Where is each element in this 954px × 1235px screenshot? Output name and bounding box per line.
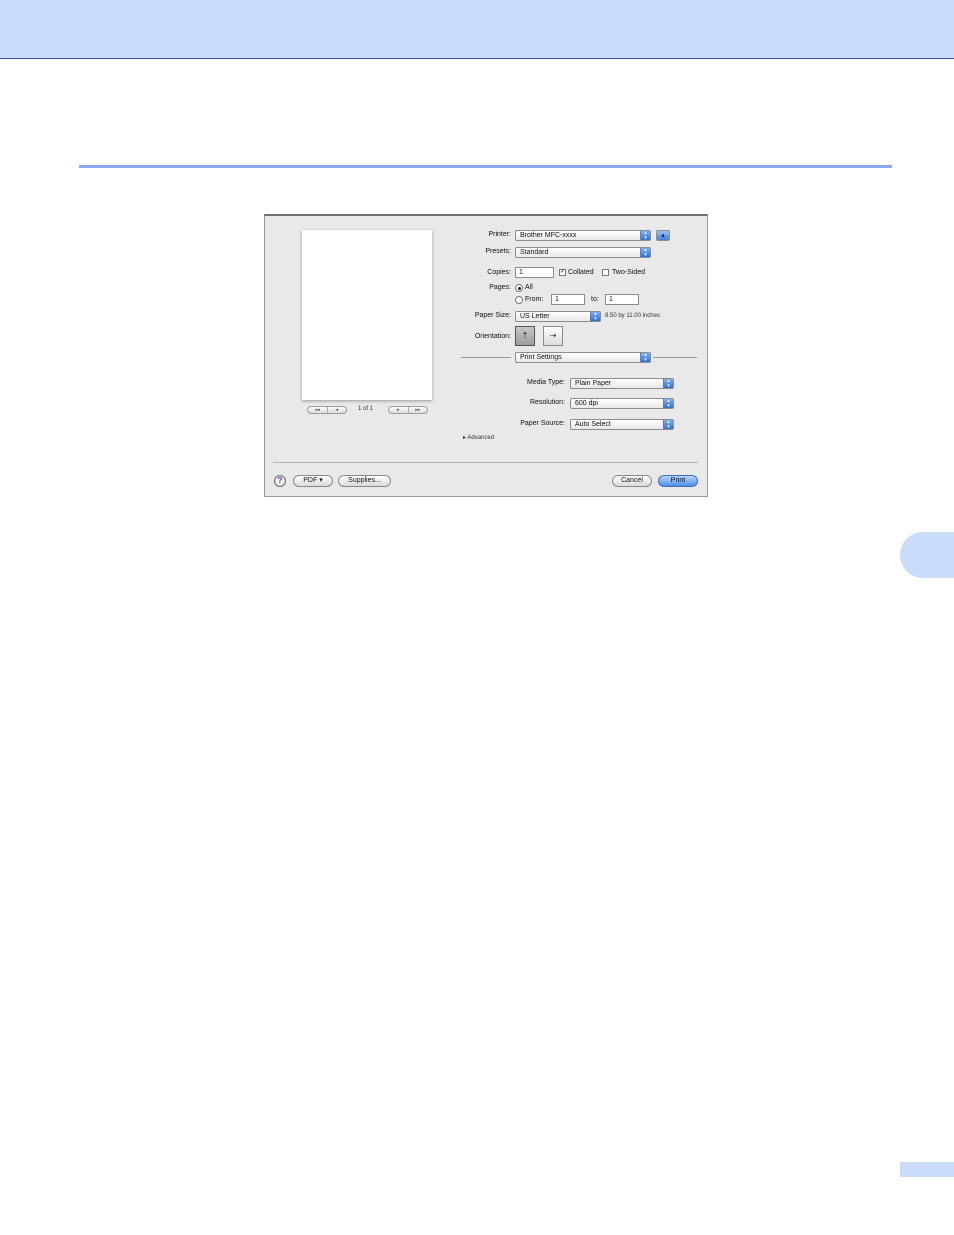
copies-field[interactable]: 1: [515, 267, 554, 278]
collated-checkbox[interactable]: ✓: [559, 269, 566, 276]
chapter-tab: [900, 532, 954, 578]
page-count-label: 1 of 1: [358, 406, 374, 412]
first-page-icon[interactable]: ◂◂: [308, 407, 327, 413]
supplies-button[interactable]: Supplies...: [338, 475, 391, 487]
panel-divider-left: [461, 357, 511, 358]
pages-label: Pages:: [489, 284, 511, 291]
landscape-icon: ⇢: [549, 331, 557, 340]
panel-divider-right: [653, 357, 697, 358]
footer-divider: [273, 462, 698, 463]
help-button[interactable]: ?: [274, 475, 286, 487]
presets-popup[interactable]: Standard ▴ ▾: [515, 247, 651, 258]
portrait-button[interactable]: ⇡: [515, 326, 535, 346]
help-icon: ?: [277, 476, 283, 485]
section-rule: [79, 165, 892, 168]
paper-size-value: US Letter: [520, 313, 550, 320]
expand-dialog-button[interactable]: ▴: [656, 230, 670, 241]
pages-all-label: All: [525, 284, 533, 291]
next-page-icon[interactable]: ▸: [389, 407, 408, 413]
presets-value: Standard: [520, 249, 549, 256]
updown-arrow-icon: ▴ ▾: [663, 379, 673, 388]
collated-label: Collated: [568, 269, 594, 276]
two-sided-checkbox[interactable]: [602, 269, 609, 276]
from-page-field[interactable]: 1: [551, 294, 585, 305]
resolution-popup[interactable]: 600 dpi ▴ ▾: [570, 398, 674, 409]
printer-popup[interactable]: Brother MFC-xxxx ▴ ▾: [515, 230, 651, 241]
last-page-icon[interactable]: ▸▸: [407, 407, 428, 413]
paper-dimensions: 8.50 by 11.00 inches: [605, 313, 660, 319]
page-preview: [302, 230, 432, 400]
printer-label: Printer:: [488, 231, 511, 238]
paper-source-value: Auto Select: [575, 421, 611, 428]
pager-forward-buttons[interactable]: ▸ ▸▸: [388, 406, 428, 414]
paper-source-label: Paper Source:: [520, 420, 565, 427]
pages-all-radio[interactable]: [515, 284, 523, 292]
panel-popup[interactable]: Print Settings ▴ ▾: [515, 352, 651, 363]
copies-label: Copies:: [487, 269, 511, 276]
printer-value: Brother MFC-xxxx: [520, 232, 577, 239]
pager-back-buttons[interactable]: ◂◂ ◂: [307, 406, 347, 414]
pages-from-radio[interactable]: [515, 296, 523, 304]
disclosure-up-icon: ▴: [661, 232, 665, 239]
pages-from-label: From:: [525, 296, 544, 303]
two-sided-label: Two-Sided: [612, 269, 646, 276]
paper-size-label: Paper Size:: [474, 312, 511, 319]
cancel-button[interactable]: Cancel: [612, 475, 652, 487]
prev-page-icon[interactable]: ◂: [326, 407, 347, 413]
updown-arrow-icon: ▴ ▾: [663, 399, 673, 408]
presets-label: Presets:: [485, 248, 511, 255]
resolution-value: 600 dpi: [575, 400, 598, 407]
updown-arrow-icon: ▴ ▾: [590, 312, 600, 321]
pdf-button[interactable]: PDF ▾: [293, 475, 333, 487]
checkmark-icon: ✓: [560, 269, 566, 275]
advanced-label: Advanced: [467, 435, 495, 441]
paper-size-popup[interactable]: US Letter ▴ ▾: [515, 311, 601, 322]
updown-arrow-icon: ▴ ▾: [640, 248, 650, 257]
media-type-popup[interactable]: Plain Paper ▴ ▾: [570, 378, 674, 389]
media-type-label: Media Type:: [526, 379, 565, 386]
orientation-label: Orientation:: [474, 333, 511, 340]
page-number-tab: [900, 1162, 954, 1177]
header-band: [0, 0, 954, 59]
resolution-label: Resolution:: [529, 399, 565, 406]
paper-source-popup[interactable]: Auto Select ▴ ▾: [570, 419, 674, 430]
updown-arrow-icon: ▴ ▾: [640, 353, 650, 362]
landscape-button[interactable]: ⇢: [543, 326, 563, 346]
panel-value: Print Settings: [520, 354, 562, 361]
portrait-icon: ⇡: [521, 331, 529, 340]
print-dialog: ◂◂ ◂ 1 of 1 ▸ ▸▸ Printer: Brother MFC-xx…: [264, 214, 708, 497]
advanced-disclosure[interactable]: ▸ Advanced: [463, 434, 494, 441]
to-label: to:: [591, 296, 599, 303]
to-page-field[interactable]: 1: [605, 294, 639, 305]
print-button[interactable]: Print: [658, 475, 698, 487]
media-type-value: Plain Paper: [575, 380, 612, 387]
updown-arrow-icon: ▴ ▾: [640, 231, 650, 240]
updown-arrow-icon: ▴ ▾: [663, 420, 673, 429]
